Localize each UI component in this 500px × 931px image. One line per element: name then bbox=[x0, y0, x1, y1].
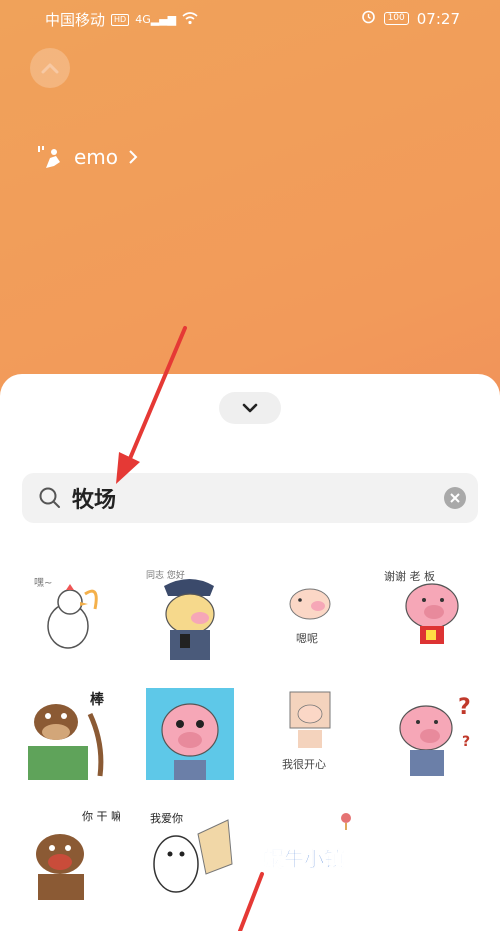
battery-icon: 100 bbox=[383, 12, 409, 25]
pig-boss-sticker-icon: 谢谢 老 板 bbox=[384, 569, 459, 644]
sticker-search-input[interactable]: 牧场 bbox=[22, 473, 478, 523]
sticker-caption: 我很开心 bbox=[282, 757, 326, 771]
status-bar: 中国移动 HD 4G▂▄▆ 100 07:27 bbox=[0, 0, 500, 36]
svg-text:?: ? bbox=[458, 695, 471, 720]
signal-icon: 4G▂▄▆ bbox=[135, 13, 177, 26]
chevron-right-icon bbox=[129, 150, 138, 164]
sticker-item[interactable]: 同志 您好 bbox=[130, 554, 250, 674]
profile-name: emo bbox=[74, 145, 119, 169]
sticker-item[interactable]: 谢谢 老 板 bbox=[370, 554, 490, 674]
chevron-down-icon bbox=[242, 403, 258, 413]
snail-town-logo-icon: 蜗牛小镇 bbox=[264, 813, 351, 871]
sticker-item[interactable]: 我很开心 bbox=[250, 674, 370, 794]
search-icon bbox=[39, 487, 60, 508]
chevron-up-icon bbox=[41, 63, 59, 74]
alarm-icon bbox=[361, 9, 376, 28]
sticker-caption: 棒 bbox=[90, 691, 105, 708]
sticker-item[interactable]: 棒 bbox=[10, 674, 130, 794]
sticker-item[interactable] bbox=[130, 674, 250, 794]
sticker-caption: 我爱你 bbox=[150, 812, 183, 825]
emo-status-icon bbox=[38, 146, 60, 168]
sticker-item[interactable]: 你 干 嘛 bbox=[10, 794, 130, 914]
sticker-item[interactable]: 嗯呢 bbox=[250, 554, 370, 674]
sticker-caption: 嘿~ bbox=[34, 577, 52, 589]
sticker-item[interactable]: 我爱你 bbox=[130, 794, 250, 914]
sticker-item[interactable]: 嘿~ bbox=[10, 554, 130, 674]
search-query-text: 牧场 bbox=[72, 488, 117, 513]
sticker-caption: 嗯呢 bbox=[296, 632, 318, 645]
status-right: 100 07:27 bbox=[361, 9, 460, 28]
hd-badge: HD bbox=[111, 13, 130, 26]
close-icon bbox=[450, 493, 460, 503]
sticker-sheet: 牧场 嘿~ 同志 您好 嗯呢 谢谢 老 板 棒 我很开心 ? ? 你 干 嘛 我… bbox=[0, 374, 500, 931]
clear-search-button[interactable] bbox=[444, 487, 466, 509]
pig-blue-bg-sticker-icon bbox=[146, 688, 234, 780]
horse-sticker-icon: 棒 bbox=[28, 691, 105, 780]
sticker-caption: 蜗牛小镇 bbox=[264, 847, 344, 871]
police-pig-sticker-icon: 同志 您好 bbox=[146, 569, 215, 660]
love-you-sticker-icon: 我爱你 bbox=[150, 812, 233, 893]
wifi-icon bbox=[182, 11, 198, 29]
pig-happy-sticker-icon: 我很开心 bbox=[282, 691, 331, 771]
status-left: 中国移动 HD 4G▂▄▆ bbox=[45, 9, 198, 30]
small-pig-sticker-icon: 嗯呢 bbox=[289, 588, 331, 645]
svg-text:?: ? bbox=[462, 734, 470, 750]
sticker-caption: 同志 您好 bbox=[146, 569, 185, 581]
sticker-item[interactable]: 蜗牛小镇 bbox=[250, 794, 370, 914]
chicken-sticker-icon: 嘿~ bbox=[34, 577, 98, 649]
pig-question-sticker-icon: ? ? bbox=[399, 695, 471, 776]
sticker-item[interactable]: ? ? bbox=[370, 674, 490, 794]
sticker-caption: 谢谢 老 板 bbox=[384, 569, 435, 583]
scroll-up-button[interactable] bbox=[30, 48, 70, 88]
clock-time: 07:27 bbox=[416, 9, 460, 28]
carrier-label: 中国移动 bbox=[45, 11, 106, 29]
dog-sticker-icon: 你 干 嘛 bbox=[36, 809, 120, 900]
collapse-sheet-button[interactable] bbox=[219, 392, 281, 424]
sticker-grid: 嘿~ 同志 您好 嗯呢 谢谢 老 板 棒 我很开心 ? ? 你 干 嘛 我爱你 … bbox=[10, 554, 490, 914]
sticker-caption: 你 干 嘛 bbox=[82, 809, 120, 823]
profile-link[interactable]: emo bbox=[36, 144, 138, 170]
